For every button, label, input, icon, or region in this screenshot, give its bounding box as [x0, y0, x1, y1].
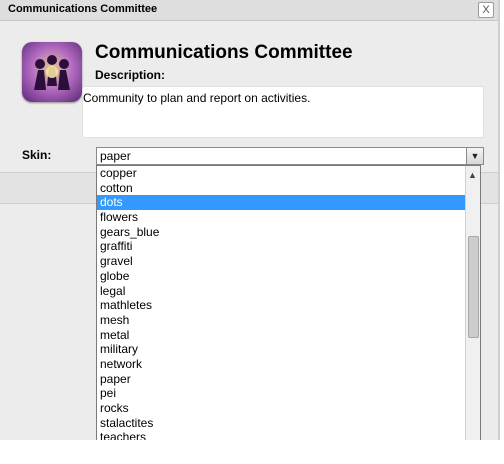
- skin-option-flowers[interactable]: flowers: [97, 210, 465, 225]
- skin-option-gears_blue[interactable]: gears_blue: [97, 225, 465, 240]
- skin-option-dots[interactable]: dots: [97, 195, 465, 211]
- skin-option-stalactites[interactable]: stalactites: [97, 416, 465, 431]
- dropdown-scrollbar[interactable]: ▲: [465, 166, 480, 456]
- skin-option-metal[interactable]: metal: [97, 328, 465, 343]
- chevron-down-icon[interactable]: ▼: [466, 148, 483, 164]
- skin-option-globe[interactable]: globe: [97, 269, 465, 284]
- group-name-heading: Communications Committee: [95, 42, 353, 63]
- description-field[interactable]: Community to plan and report on activiti…: [82, 86, 484, 138]
- group-people-icon: [22, 42, 82, 102]
- skin-select[interactable]: paper ▼: [96, 147, 484, 165]
- skin-option-gravel[interactable]: gravel: [97, 254, 465, 269]
- torn-edge: [0, 440, 504, 464]
- description-label: Description:: [95, 68, 166, 82]
- skin-option-military[interactable]: military: [97, 342, 465, 357]
- skin-option-rocks[interactable]: rocks: [97, 401, 465, 416]
- skin-option-graffiti[interactable]: graffiti: [97, 239, 465, 254]
- close-icon[interactable]: X: [478, 2, 494, 18]
- scrollbar-thumb[interactable]: [468, 236, 479, 338]
- skin-dropdown-list[interactable]: copper cotton dots flowers gears_blue graffit…: [96, 165, 481, 457]
- skin-option-mesh[interactable]: mesh: [97, 313, 465, 328]
- skin-option-paper[interactable]: paper: [97, 372, 465, 387]
- dialog-titlebar: Communications Committee X: [0, 0, 498, 21]
- skin-option-network[interactable]: network: [97, 357, 465, 372]
- dialog-title: Communications Committee: [8, 3, 158, 15]
- skin-option-pei[interactable]: pei: [97, 386, 465, 401]
- skin-label: Skin:: [22, 148, 52, 162]
- skin-selected-value: paper: [100, 149, 131, 163]
- description-text: Community to plan and report on activiti…: [83, 91, 311, 105]
- skin-option-copper[interactable]: copper: [97, 166, 465, 181]
- chevron-up-icon[interactable]: ▲: [468, 170, 477, 180]
- skin-option-mathletes[interactable]: mathletes: [97, 298, 465, 313]
- skin-options: copper cotton dots flowers gears_blue graffit…: [97, 166, 465, 445]
- group-settings-dialog: Communications Committee X Communication…: [0, 0, 500, 458]
- skin-option-cotton[interactable]: cotton: [97, 181, 465, 196]
- skin-option-legal[interactable]: legal: [97, 284, 465, 299]
